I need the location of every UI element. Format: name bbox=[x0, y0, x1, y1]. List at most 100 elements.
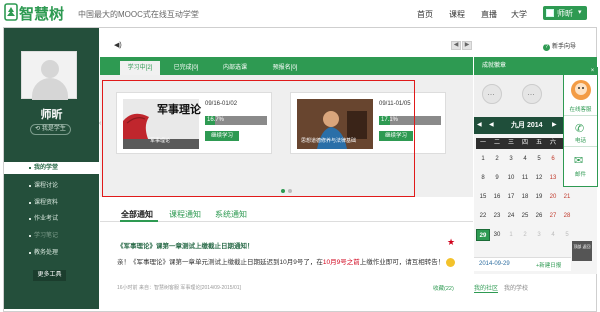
avatar[interactable] bbox=[21, 51, 77, 100]
calendar-day[interactable]: 3 bbox=[532, 229, 546, 241]
more-tools-button[interactable]: 更多工具 bbox=[33, 270, 66, 281]
calendar-day[interactable]: 18 bbox=[518, 191, 532, 203]
divider bbox=[564, 146, 597, 147]
calendar-prev-year-icon[interactable]: ◀ bbox=[477, 121, 482, 128]
tab-my-school[interactable]: 我的学校 bbox=[504, 286, 528, 292]
calendar-day[interactable]: 6 bbox=[546, 153, 560, 165]
calendar-day[interactable]: 22 bbox=[476, 210, 490, 222]
phone-icon[interactable]: ✆ bbox=[575, 122, 584, 135]
calendar-day[interactable]: 28 bbox=[560, 210, 574, 222]
calendar-day[interactable]: 12 bbox=[532, 172, 546, 184]
notice-body: 亲！《军事理论》课第一章单元测试上缴截止日期延迟到10月9号了，在10月9号之前… bbox=[117, 257, 462, 269]
bullet-icon bbox=[29, 218, 31, 220]
tab-all-notices[interactable]: 全部通知 bbox=[121, 209, 153, 220]
calendar-day[interactable]: 2 bbox=[518, 229, 532, 241]
highlight-frame bbox=[102, 80, 415, 197]
calendar-day[interactable]: 2 bbox=[490, 153, 504, 165]
help-icon: ? bbox=[543, 44, 550, 51]
nav-courses[interactable]: 课程 bbox=[449, 9, 465, 20]
sidebar-item-label: 学习笔记 bbox=[34, 233, 59, 239]
user-menu[interactable]: 师昕 ▾ bbox=[543, 6, 587, 20]
support-agent-icon[interactable] bbox=[570, 79, 592, 101]
sidebar-item-homework[interactable]: 作业考试 bbox=[4, 213, 99, 225]
calendar-day[interactable]: 23 bbox=[490, 210, 504, 222]
calendar-day[interactable]: 4 bbox=[518, 153, 532, 165]
back-to-top-button[interactable]: 顶部 返回 bbox=[572, 241, 592, 261]
new-log-button[interactable]: +新建日报 bbox=[536, 261, 561, 269]
logo-text: 智慧树 bbox=[19, 5, 65, 23]
role-badge[interactable]: ⟲ 我是学生 bbox=[30, 124, 71, 135]
online-service-link[interactable]: 在线客服 bbox=[564, 105, 597, 113]
calendar-day[interactable]: 17 bbox=[504, 191, 518, 203]
tab-system-notices[interactable]: 系统通知 bbox=[215, 209, 247, 220]
mail-icon[interactable]: ✉ bbox=[574, 154, 583, 167]
tab-course-notices[interactable]: 课程通知 bbox=[169, 209, 201, 220]
tab-my-community[interactable]: 我的社区 bbox=[474, 286, 499, 293]
speaker-icon[interactable]: ◀) bbox=[114, 41, 122, 49]
calendar-day[interactable]: 9 bbox=[490, 172, 504, 184]
notice-title[interactable]: 《军事理论》课第一章测试上缴截止日期通知！ bbox=[117, 240, 254, 250]
email-link[interactable]: 邮件 bbox=[564, 170, 597, 178]
smiley-icon bbox=[446, 257, 456, 267]
calendar-day[interactable]: 20 bbox=[546, 191, 560, 203]
calendar-day[interactable]: 5 bbox=[532, 153, 546, 165]
calendar-day[interactable]: 5 bbox=[560, 229, 574, 241]
sidebar-item-label: 我的学堂 bbox=[34, 165, 59, 171]
calendar-day[interactable]: 16 bbox=[490, 191, 504, 203]
sidebar-item-notes[interactable]: 学习笔记 bbox=[4, 230, 99, 242]
calendar-day[interactable]: 24 bbox=[504, 210, 518, 222]
calendar-weekday: 二 bbox=[490, 138, 504, 149]
calendar-day[interactable]: 30 bbox=[490, 229, 504, 241]
calendar-weekday: 六 bbox=[546, 138, 560, 149]
calendar-day[interactable]: 19 bbox=[532, 191, 546, 203]
calendar-next-month-icon[interactable]: ▶ bbox=[552, 121, 557, 128]
sidebar-item-my-school[interactable]: 我的学堂 bbox=[4, 162, 99, 174]
star-icon[interactable]: ★ bbox=[447, 237, 455, 248]
calendar-day[interactable]: 26 bbox=[532, 210, 546, 222]
calendar-day[interactable]: 27 bbox=[546, 210, 560, 222]
sidebar-item-discussion[interactable]: 课程讨论 bbox=[4, 180, 99, 192]
notice-deadline: 10月9号之前 bbox=[322, 259, 360, 266]
tab-learning[interactable]: 学习中[2] bbox=[120, 61, 160, 75]
calendar-weekday: 五 bbox=[532, 138, 546, 149]
bullet-icon bbox=[29, 202, 31, 204]
calendar-day[interactable]: 8 bbox=[476, 172, 490, 184]
badges-title: 成就徽章 bbox=[482, 63, 507, 69]
tab-internal[interactable]: 内部选课 bbox=[214, 61, 256, 75]
active-tab-underline bbox=[120, 220, 158, 222]
bullet-icon bbox=[29, 167, 31, 169]
notice-text-end: 上缴作业即可，请互相转告！ bbox=[359, 259, 445, 266]
next-arrow-icon[interactable]: ▶ bbox=[462, 41, 472, 50]
divider bbox=[564, 115, 597, 116]
calendar-day[interactable]: 4 bbox=[546, 229, 560, 241]
calendar-day[interactable]: 21 bbox=[560, 191, 574, 203]
sidebar-item-academic[interactable]: 教务处理 bbox=[4, 247, 99, 259]
tab-completed[interactable]: 已完成[0] bbox=[166, 61, 206, 75]
swap-icon: ⟲ bbox=[35, 126, 42, 132]
calendar-prev-month-icon[interactable]: ◀ bbox=[489, 121, 494, 128]
calendar-day[interactable]: 11 bbox=[518, 172, 532, 184]
help-guide[interactable]: ? 新手向导 bbox=[543, 41, 576, 51]
calendar-day[interactable]: 10 bbox=[504, 172, 518, 184]
sidebar-item-label: 课程讨论 bbox=[34, 183, 59, 189]
badge-placeholder[interactable]: … bbox=[522, 84, 542, 104]
prev-arrow-icon[interactable]: ◀ bbox=[451, 41, 461, 50]
phone-link[interactable]: 电话 bbox=[564, 136, 597, 144]
calendar-day[interactable]: 13 bbox=[546, 172, 560, 184]
badge-placeholder[interactable]: … bbox=[482, 84, 502, 104]
selected-date: 2014-09-29 bbox=[479, 261, 510, 267]
nav-home[interactable]: 首页 bbox=[417, 9, 433, 20]
calendar-day[interactable]: 29 bbox=[476, 229, 490, 241]
calendar-day[interactable]: 3 bbox=[504, 153, 518, 165]
calendar-day[interactable]: 25 bbox=[518, 210, 532, 222]
nav-university[interactable]: 大学 bbox=[511, 9, 527, 20]
sidebar-item-label: 作业考试 bbox=[34, 216, 59, 222]
tab-prereg[interactable]: 预报名[0] bbox=[264, 61, 306, 75]
calendar-day[interactable]: 1 bbox=[504, 229, 518, 241]
sidebar-item-materials[interactable]: 课程资料 bbox=[4, 197, 99, 209]
nav-live[interactable]: 直播 bbox=[481, 9, 497, 20]
calendar-day[interactable]: 1 bbox=[476, 153, 490, 165]
site-logo[interactable]: 智慧树 bbox=[4, 3, 66, 23]
calendar-day[interactable]: 15 bbox=[476, 191, 490, 203]
favorite-link[interactable]: 收藏(22) bbox=[433, 284, 454, 292]
